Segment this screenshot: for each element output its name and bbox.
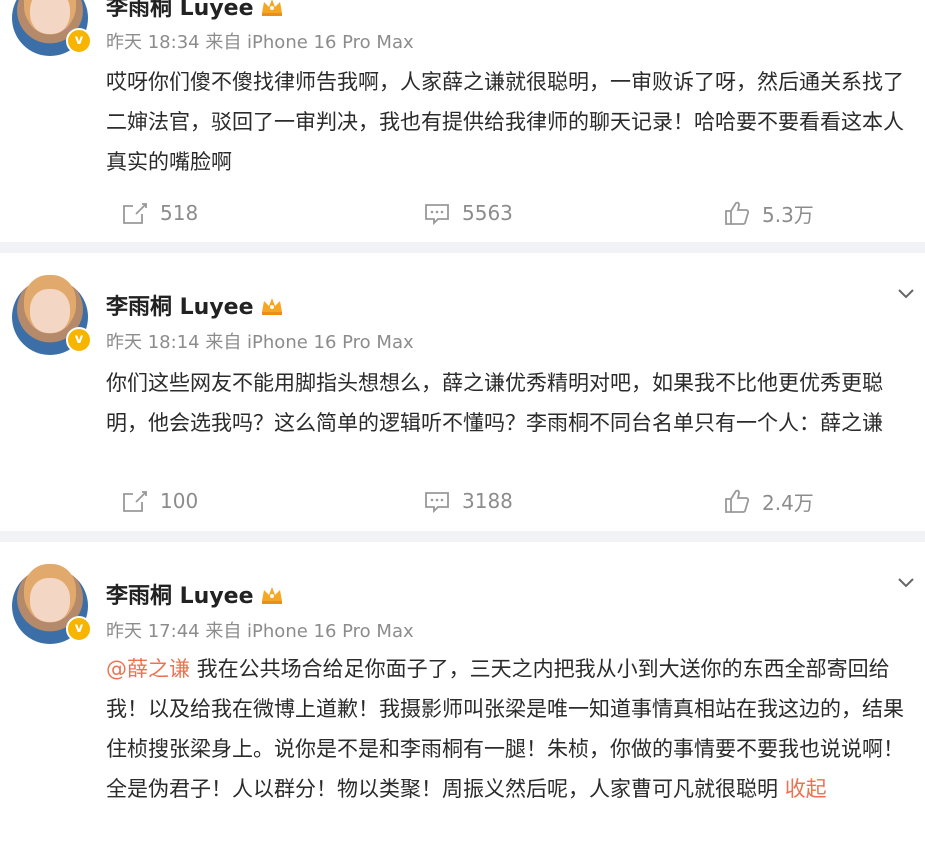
repost-icon bbox=[122, 489, 148, 513]
user-name[interactable]: 李雨桐 Luyee bbox=[106, 578, 284, 611]
collapse-link[interactable]: 收起 bbox=[785, 777, 827, 801]
post-text: @薛之谦 我在公共场合给足你面子了，三天之内把我从小到大送你的东西全部寄回给我！… bbox=[106, 649, 918, 809]
user-name-text: 李雨桐 Luyee bbox=[106, 584, 254, 609]
avatar-face bbox=[30, 578, 70, 622]
chevron-down-icon[interactable] bbox=[897, 285, 914, 301]
mention-link[interactable]: @薛之谦 bbox=[106, 657, 190, 681]
user-name[interactable]: 李雨桐 Luyee bbox=[106, 289, 284, 322]
chevron-down-icon[interactable] bbox=[897, 574, 914, 590]
like-button[interactable]: 5.3万 bbox=[724, 198, 814, 228]
user-name-text: 李雨桐 Luyee bbox=[106, 295, 254, 320]
like-icon bbox=[724, 200, 750, 226]
comment-count: 5563 bbox=[462, 201, 513, 225]
verified-icon: v bbox=[66, 28, 92, 54]
crown-icon bbox=[260, 585, 284, 611]
like-count: 2.4万 bbox=[762, 490, 814, 515]
post-separator bbox=[0, 242, 925, 253]
crown-icon bbox=[260, 0, 284, 23]
repost-icon bbox=[122, 201, 148, 225]
verified-icon: v bbox=[66, 327, 92, 353]
avatar-face bbox=[30, 289, 70, 333]
verified-icon: v bbox=[66, 616, 92, 642]
action-bar: 100 3188 2.4万 bbox=[0, 486, 925, 516]
post-text: 你们这些网友不能用脚指头想想么，薛之谦优秀精明对吧，如果我不比他更优秀更聪明，他… bbox=[106, 371, 883, 435]
like-icon bbox=[724, 488, 750, 514]
weibo-post-1: v 李雨桐 Luyee 昨天 18:34 来自 iPhone 16 Pro Ma… bbox=[0, 0, 925, 242]
user-name-text: 李雨桐 Luyee bbox=[106, 0, 254, 21]
comment-icon bbox=[424, 201, 450, 225]
weibo-post-2: v 李雨桐 Luyee 昨天 18:14 来自 iPhone 16 Pro Ma… bbox=[0, 253, 925, 531]
like-button[interactable]: 2.4万 bbox=[724, 486, 814, 516]
avatar[interactable]: v bbox=[12, 0, 92, 56]
user-name[interactable]: 李雨桐 Luyee bbox=[106, 0, 284, 23]
action-bar: 518 5563 5.3万 bbox=[0, 198, 925, 228]
repost-button[interactable]: 518 bbox=[122, 198, 198, 228]
avatar[interactable]: v bbox=[12, 568, 92, 644]
post-separator bbox=[0, 531, 925, 542]
comment-icon bbox=[424, 489, 450, 513]
post-meta: 昨天 17:44 来自 iPhone 16 Pro Max bbox=[106, 621, 414, 642]
comment-button[interactable]: 3188 bbox=[424, 486, 513, 516]
post-text: 哎呀你们傻不傻找律师告我啊，人家薛之谦就很聪明，一审败诉了呀，然后通关系找了二婶… bbox=[106, 70, 904, 174]
repost-count: 100 bbox=[160, 489, 199, 513]
repost-count: 518 bbox=[160, 201, 199, 225]
repost-button[interactable]: 100 bbox=[122, 486, 198, 516]
crown-icon bbox=[260, 296, 284, 322]
avatar-face bbox=[30, 0, 70, 34]
avatar[interactable]: v bbox=[12, 279, 92, 355]
comment-count: 3188 bbox=[462, 489, 513, 513]
comment-button[interactable]: 5563 bbox=[424, 198, 513, 228]
post-meta: 昨天 18:14 来自 iPhone 16 Pro Max bbox=[106, 332, 414, 353]
post-meta: 昨天 18:34 来自 iPhone 16 Pro Max bbox=[106, 32, 414, 53]
weibo-post-3: v 李雨桐 Luyee 昨天 17:44 来自 iPhone 16 Pro Ma… bbox=[0, 542, 925, 847]
like-count: 5.3万 bbox=[762, 202, 814, 227]
